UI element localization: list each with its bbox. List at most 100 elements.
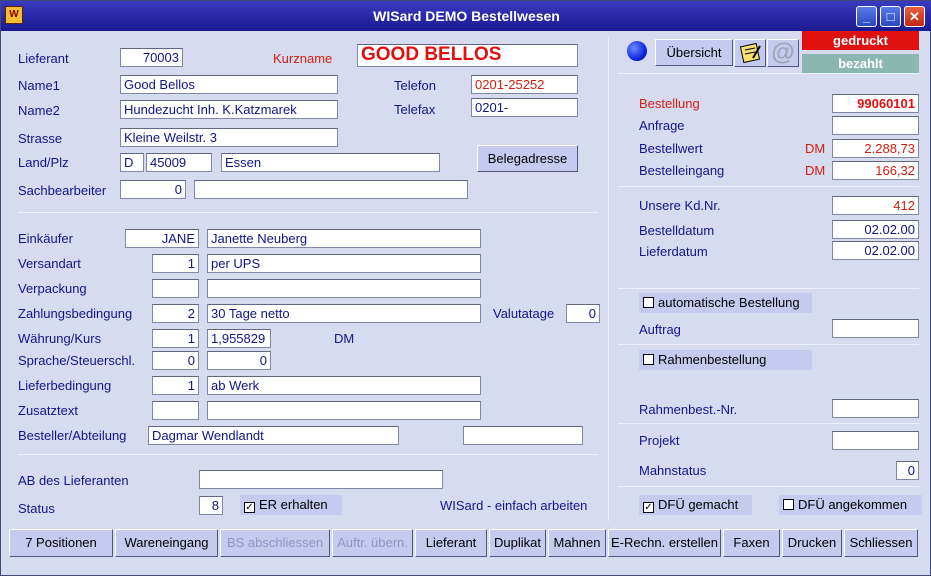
er-erhalten-checkbox[interactable]: ✓ ER erhalten: [240, 495, 342, 515]
auftrag-field[interactable]: [832, 319, 919, 338]
rahmenbest-nr-field[interactable]: [832, 399, 919, 418]
zusatztext-nr-field[interactable]: [152, 401, 199, 420]
positionen-button[interactable]: 7 Positionen: [9, 529, 113, 557]
zahlungsbedingung-nr-field[interactable]: 2: [152, 304, 199, 323]
bestelldatum-label: Bestelldatum: [639, 223, 715, 238]
lieferbedingung-nr-field[interactable]: 1: [152, 376, 199, 395]
abteilung-field[interactable]: [463, 426, 583, 445]
sprache-label: Sprache/Steuerschl.: [18, 353, 136, 368]
dfu-gemacht-checkbox[interactable]: ✓ DFÜ gemacht: [639, 495, 752, 515]
lieferdatum-label: Lieferdatum: [639, 244, 708, 259]
bestelleingang-currency: DM: [805, 163, 826, 178]
automatische-bestellung-checkbox[interactable]: automatische Bestellung: [639, 293, 812, 313]
bestellung-field[interactable]: 99060101: [832, 94, 919, 113]
telefon-label: Telefon: [394, 78, 436, 93]
close-button[interactable]: ✕: [904, 6, 925, 27]
telefax-label: Telefax: [394, 102, 436, 117]
checkbox-empty-icon: [643, 354, 654, 365]
projekt-label: Projekt: [639, 433, 680, 448]
duplikat-button[interactable]: Duplikat: [489, 529, 546, 557]
telefon-field[interactable]: 0201-25252: [471, 75, 578, 94]
status-field[interactable]: 8: [199, 496, 223, 515]
minimize-button[interactable]: _: [856, 6, 877, 27]
bestellwert-field[interactable]: 2.288,73: [832, 139, 919, 158]
bestellwert-label: Bestellwert: [639, 141, 703, 156]
dfu-angekommen-checkbox[interactable]: DFÜ angekommen: [779, 495, 922, 515]
besteller-field[interactable]: Dagmar Wendlandt: [148, 426, 399, 445]
zusatztext-field[interactable]: [207, 401, 481, 420]
drucken-button[interactable]: Drucken: [782, 529, 842, 557]
projekt-field[interactable]: [832, 431, 919, 450]
bestelldatum-field[interactable]: 02.02.00: [832, 220, 919, 239]
valutatage-label: Valutatage: [493, 306, 555, 321]
versandart-field[interactable]: per UPS: [207, 254, 481, 273]
mahnstatus-field[interactable]: 0: [896, 461, 919, 480]
schliessen-button[interactable]: Schliessen: [844, 529, 918, 557]
faxen-button[interactable]: Faxen: [723, 529, 780, 557]
lieferant-field[interactable]: 70003: [120, 48, 183, 67]
strasse-label: Strasse: [18, 131, 63, 146]
rahmenbestellung-checkbox[interactable]: Rahmenbestellung: [639, 350, 812, 370]
plz-field[interactable]: 45009: [146, 153, 212, 172]
telefax-field[interactable]: 0201-: [471, 98, 578, 117]
einkaeufer-label: Einkäufer: [18, 231, 73, 246]
status-label: Status: [18, 501, 55, 516]
waehrung-code: DM: [334, 331, 355, 346]
divider: [618, 486, 919, 487]
lieferant-label: Lieferant: [18, 51, 69, 66]
einkaeufer-name-field[interactable]: Janette Neuberg: [207, 229, 481, 248]
divider: [618, 288, 919, 289]
name2-label: Name2: [18, 103, 60, 118]
bs-abschliessen-button[interactable]: BS abschliessen: [220, 529, 330, 557]
anfrage-field[interactable]: [832, 116, 919, 135]
zusatztext-label: Zusatztext: [18, 403, 78, 418]
verpackung-nr-field[interactable]: [152, 279, 199, 298]
maximize-button[interactable]: □: [880, 6, 901, 27]
verpackung-label: Verpackung: [18, 281, 87, 296]
kurzname-field[interactable]: GOOD BELLOS: [357, 44, 578, 67]
kurs-field[interactable]: 1,955829: [207, 329, 271, 348]
verpackung-field[interactable]: [207, 279, 481, 298]
name2-field[interactable]: Hundezucht Inh. K.Katzmarek: [120, 100, 338, 119]
sachbearbeiter-label: Sachbearbeiter: [18, 183, 107, 198]
name1-label: Name1: [18, 78, 60, 93]
versandart-label: Versandart: [18, 256, 81, 271]
zahlungsbedingung-field[interactable]: 30 Tage netto: [207, 304, 481, 323]
bestelleingang-field[interactable]: 166,32: [832, 161, 919, 180]
ort-field[interactable]: Essen: [221, 153, 440, 172]
divider: [618, 73, 919, 74]
mahnen-button[interactable]: Mahnen: [548, 529, 606, 557]
kdnr-field[interactable]: 412: [832, 196, 919, 215]
main-window: W WISard DEMO Bestellwesen _ □ ✕ Liefera…: [0, 0, 931, 576]
landplz-label: Land/Plz: [18, 155, 69, 170]
valutatage-field[interactable]: 0: [566, 304, 600, 323]
sachbearbeiter-nr-field[interactable]: 0: [120, 180, 186, 199]
strasse-field[interactable]: Kleine Weilstr. 3: [120, 128, 338, 147]
lieferbedingung-field[interactable]: ab Werk: [207, 376, 481, 395]
window-title: WISard DEMO Bestellwesen: [373, 8, 560, 24]
sachbearbeiter-name-field[interactable]: [194, 180, 468, 199]
email-icon[interactable]: @: [767, 39, 799, 67]
ab-lieferant-field[interactable]: [199, 470, 443, 489]
lieferdatum-field[interactable]: 02.02.00: [832, 241, 919, 260]
versandart-nr-field[interactable]: 1: [152, 254, 199, 273]
uebersicht-button[interactable]: Übersicht: [655, 39, 733, 66]
lieferant-button[interactable]: Lieferant: [415, 529, 487, 557]
dfu-angekommen-label: DFÜ angekommen: [798, 497, 908, 512]
sprache-field[interactable]: 0: [152, 351, 199, 370]
steuerschluessel-field[interactable]: 0: [207, 351, 271, 370]
besteller-label: Besteller/Abteilung: [18, 428, 127, 443]
erechnung-button[interactable]: E-Rechn. erstellen: [608, 529, 721, 557]
name1-field[interactable]: Good Bellos: [120, 75, 338, 94]
anfrage-label: Anfrage: [639, 118, 685, 133]
bezahlt-badge: bezahlt: [802, 54, 919, 73]
divider: [618, 344, 919, 345]
notepad-icon[interactable]: [734, 39, 766, 67]
belegadresse-button[interactable]: Belegadresse: [477, 145, 578, 172]
waehrung-nr-field[interactable]: 1: [152, 329, 199, 348]
wareneingang-button[interactable]: Wareneingang: [115, 529, 218, 557]
land-field[interactable]: D: [120, 153, 144, 172]
einkaeufer-code-field[interactable]: JANE: [125, 229, 199, 248]
auftrag-uebernehmen-button[interactable]: Auftr. übern.: [332, 529, 413, 557]
title-bar: W WISard DEMO Bestellwesen _ □ ✕: [1, 1, 931, 31]
